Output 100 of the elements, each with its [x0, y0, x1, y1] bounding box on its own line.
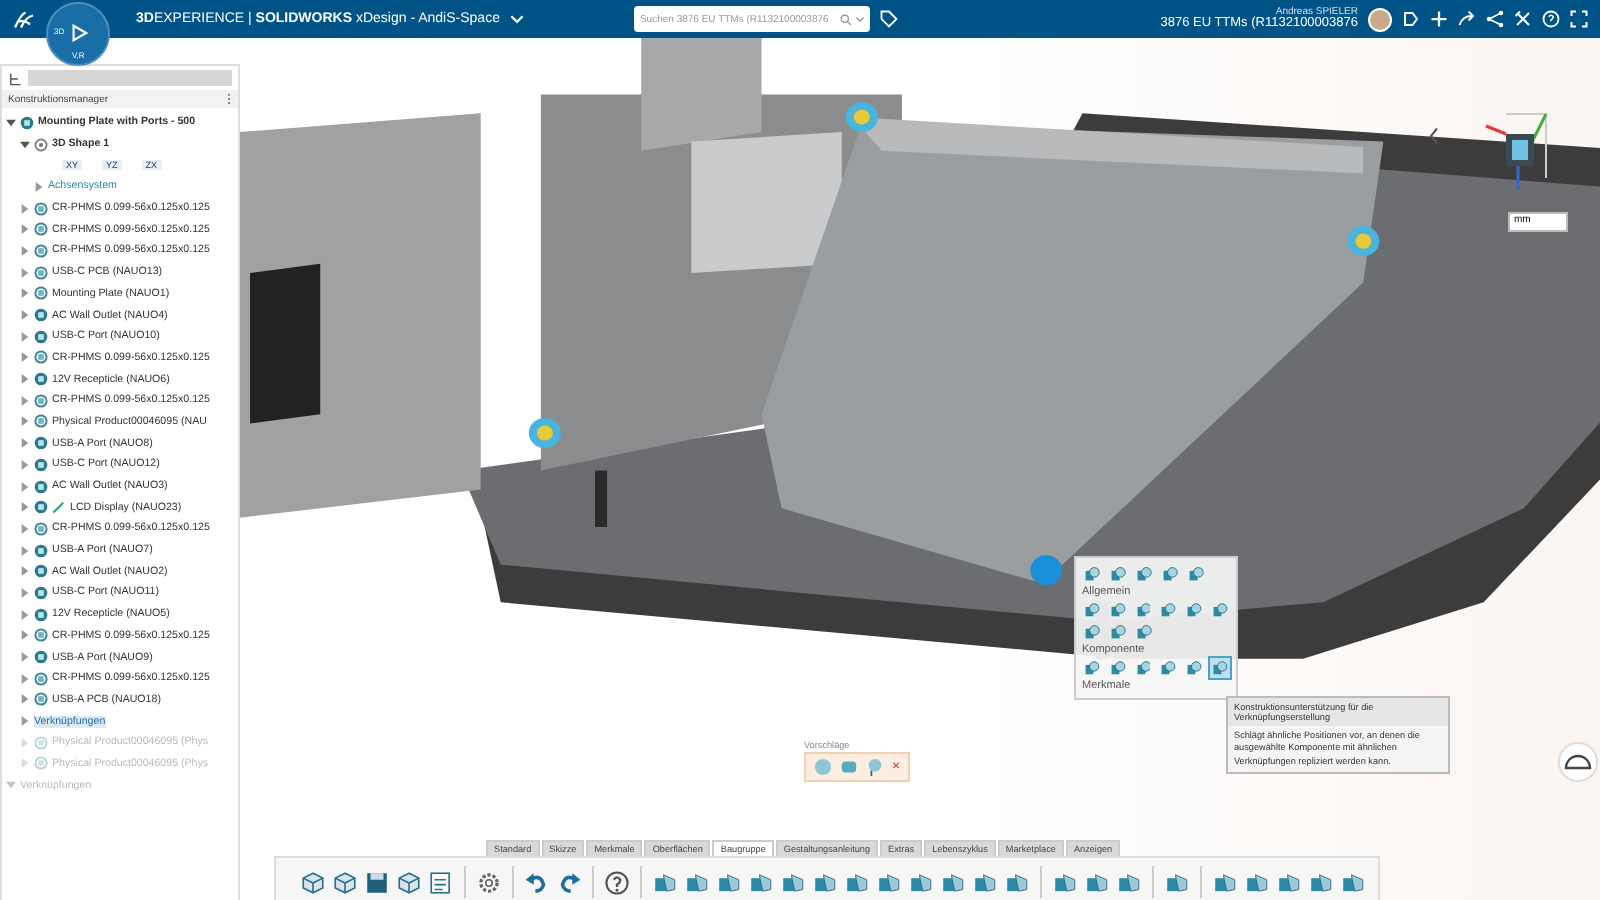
assembly-tool-icon[interactable] [1004, 869, 1030, 895]
expand-caret-icon[interactable] [20, 694, 30, 705]
assembly-tool-icon[interactable] [748, 869, 774, 895]
assembly-tool-icon[interactable] [1244, 869, 1270, 895]
logo-icon[interactable] [12, 7, 36, 31]
assembly-tool-icon[interactable] [1212, 869, 1238, 895]
tree-icon[interactable] [8, 71, 22, 85]
mate-tool-icon[interactable] [1210, 600, 1230, 620]
mate-tool-icon[interactable] [1108, 564, 1128, 584]
cube-icon[interactable] [396, 869, 422, 895]
tools-icon[interactable] [1514, 10, 1532, 28]
part-icon [34, 671, 48, 686]
expand-caret-icon[interactable] [20, 224, 30, 235]
tag-icon[interactable] [879, 10, 898, 28]
mate-tool-icon[interactable] [1082, 564, 1102, 584]
gear-icon[interactable] [476, 869, 502, 895]
collapse-caret-icon[interactable] [20, 139, 30, 150]
save-icon[interactable] [364, 869, 390, 895]
mate-tool-icon[interactable] [1158, 658, 1179, 678]
search-icon [839, 13, 852, 25]
assembly-tool-icon[interactable] [1340, 869, 1366, 895]
mate-tool-icon[interactable] [1107, 600, 1128, 620]
assembly-tool-icon[interactable] [1308, 869, 1334, 895]
assembly-tool-icon[interactable] [652, 869, 678, 895]
expand-caret-icon[interactable] [20, 288, 30, 299]
assembly-tool-icon[interactable] [684, 869, 710, 895]
expand-caret-icon[interactable] [20, 609, 30, 620]
expand-caret-icon[interactable] [20, 267, 30, 278]
document-icon[interactable] [428, 869, 454, 895]
mate-tool-icon[interactable] [1082, 622, 1102, 642]
mate-tool-icon[interactable] [1184, 600, 1205, 620]
collapse-caret-icon[interactable] [6, 117, 16, 128]
mate-tool-icon[interactable] [1134, 622, 1154, 642]
undo-icon[interactable] [524, 869, 550, 895]
expand-caret-icon[interactable] [20, 716, 30, 727]
expand-caret-icon[interactable] [20, 395, 30, 406]
expand-caret-icon[interactable] [20, 481, 30, 492]
component-icon [34, 500, 48, 515]
assembly-tool-icon[interactable] [1164, 869, 1190, 895]
part-icon [34, 628, 48, 643]
share-icon[interactable] [1458, 10, 1476, 28]
mate-suggestion-icon[interactable] [866, 758, 884, 776]
mate-point-marker[interactable] [528, 417, 561, 449]
mate-tool-icon[interactable] [1107, 658, 1128, 678]
mate-tool-icon[interactable] [1133, 658, 1153, 678]
network-icon[interactable] [1486, 10, 1504, 28]
mate-point-marker[interactable] [1347, 226, 1380, 257]
assembly-tool-icon[interactable] [972, 869, 998, 895]
assembly-tool-icon[interactable] [1052, 869, 1078, 895]
assembly-tool-icon[interactable] [812, 869, 838, 895]
expand-caret-icon[interactable] [20, 203, 30, 214]
expand-caret-icon[interactable] [20, 587, 30, 598]
expand-caret-icon[interactable] [20, 566, 30, 577]
expand-caret-icon[interactable] [20, 310, 30, 321]
expand-caret-icon[interactable] [20, 652, 30, 663]
tag-icon[interactable] [1402, 10, 1420, 28]
assembly-tool-icon[interactable] [1276, 869, 1302, 895]
mate-tool-icon[interactable] [1184, 658, 1205, 678]
expand-caret-icon[interactable] [20, 459, 30, 470]
mate-tool-icon[interactable] [1210, 658, 1230, 678]
protractor-icon[interactable] [1558, 742, 1598, 782]
assembly-tool-icon[interactable] [876, 869, 902, 895]
assembly-tool-icon[interactable] [716, 869, 742, 895]
mate-tool-icon[interactable] [1108, 622, 1128, 642]
part-icon [34, 201, 48, 216]
expand-caret-icon[interactable] [20, 416, 30, 427]
mate-tool-icon[interactable] [1082, 658, 1102, 678]
mate-point-marker[interactable] [845, 101, 878, 133]
cube-icon[interactable] [300, 869, 326, 895]
avatar[interactable] [1368, 7, 1392, 31]
plus-icon[interactable] [1430, 10, 1448, 28]
expand-caret-icon[interactable] [20, 545, 30, 556]
expand-caret-icon[interactable] [20, 352, 30, 363]
expand-caret-icon[interactable] [20, 438, 30, 449]
mate-tool-icon[interactable] [1186, 564, 1206, 584]
mate-tool-icon[interactable] [1158, 600, 1179, 620]
selected-point-marker[interactable] [1030, 555, 1063, 586]
fullscreen-icon[interactable] [1570, 10, 1588, 28]
expand-caret-icon[interactable] [20, 331, 30, 342]
expand-caret-icon[interactable] [20, 374, 30, 385]
redo-icon[interactable] [556, 869, 582, 895]
help-icon[interactable] [604, 869, 630, 895]
assembly-tool-icon[interactable] [1116, 869, 1142, 895]
chevron-left-icon[interactable] [1428, 126, 1440, 146]
assembly-tool-icon[interactable] [940, 869, 966, 895]
assembly-tool-icon[interactable] [1084, 869, 1110, 895]
mate-tool-icon[interactable] [1134, 564, 1154, 584]
mate-tool-icon[interactable] [1133, 600, 1153, 620]
expand-caret-icon[interactable] [20, 245, 30, 256]
expand-caret-icon[interactable] [34, 181, 44, 192]
mate-tool-icon[interactable] [1082, 600, 1102, 620]
expand-caret-icon[interactable] [20, 502, 30, 513]
cube-icon[interactable] [332, 869, 358, 895]
expand-caret-icon[interactable] [20, 673, 30, 684]
expand-caret-icon[interactable] [20, 630, 30, 641]
assembly-tool-icon[interactable] [844, 869, 870, 895]
mate-tool-icon[interactable] [1160, 564, 1180, 584]
expand-caret-icon[interactable] [20, 523, 30, 534]
assembly-tool-icon[interactable] [908, 869, 934, 895]
assembly-tool-icon[interactable] [780, 869, 806, 895]
